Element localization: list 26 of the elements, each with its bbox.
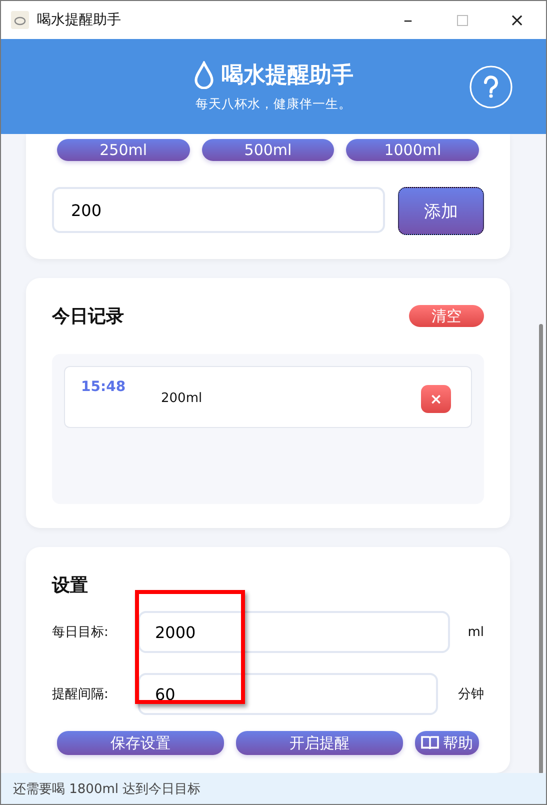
window-title: 喝水提醒助手 <box>37 11 121 29</box>
settings-action-button[interactable]: 保存设置 <box>57 731 224 755</box>
field-label: 每日目标: <box>52 624 110 641</box>
record-amount: 200ml <box>161 391 202 406</box>
preset-button[interactable]: 250ml <box>57 139 190 161</box>
unit-label: ml <box>468 624 484 640</box>
minimize-button[interactable]: – <box>379 10 437 30</box>
setting-field[interactable]: 2000 <box>138 611 450 653</box>
record-time: 15:48 <box>81 379 127 395</box>
field-label: 提醒间隔: <box>52 686 110 703</box>
amount-field[interactable]: 200 <box>52 187 385 233</box>
status-bar: 还需要喝 1800ml 达到今日目标 <box>1 773 546 804</box>
close-button[interactable]: × <box>488 10 546 30</box>
section-title: 今日记录 <box>52 305 124 328</box>
section-title: 设置 <box>52 574 89 597</box>
clear-button[interactable]: 清空 <box>409 305 484 327</box>
setting-field[interactable]: 60 <box>138 673 438 715</box>
help-button[interactable]: 帮助 <box>415 731 479 755</box>
delete-button[interactable]: × <box>421 385 451 413</box>
app-subtitle: 每天八杯水，健康伴一生。 <box>196 96 352 113</box>
preset-button[interactable]: 1000ml <box>346 139 480 161</box>
preset-button[interactable]: 500ml <box>202 139 334 161</box>
add-button[interactable]: 添加 <box>398 187 484 235</box>
unit-label: 分钟 <box>458 686 484 703</box>
settings-action-button[interactable]: 开启提醒 <box>236 731 403 755</box>
app-title: 喝水提醒助手 <box>222 62 354 90</box>
